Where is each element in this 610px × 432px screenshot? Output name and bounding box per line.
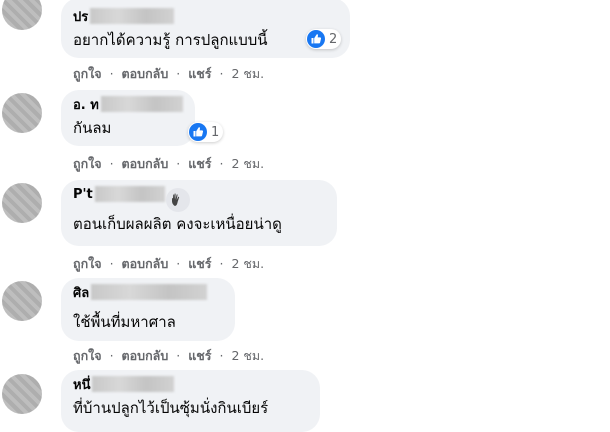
avatar[interactable] xyxy=(2,374,42,414)
like-link[interactable]: ถูกใจ xyxy=(73,256,102,271)
separator: · xyxy=(109,66,114,81)
share-link[interactable]: แชร์ xyxy=(188,66,211,81)
blurred-name xyxy=(94,186,165,202)
comment-text: ตอนเก็บผลผลิต คงจะเหนื่อยน่าดู xyxy=(73,215,282,233)
reply-link[interactable]: ตอบกลับ xyxy=(122,156,169,171)
share-link[interactable]: แชร์ xyxy=(188,156,211,171)
blurred-name xyxy=(100,96,183,112)
like-icon xyxy=(189,123,207,141)
reaction-count[interactable]: 1 xyxy=(188,122,224,142)
waving-hand-glyph xyxy=(172,193,180,206)
comment-bubble: อ. ท กันลม xyxy=(61,90,195,146)
commenter-name[interactable]: P't xyxy=(73,187,93,202)
avatar[interactable] xyxy=(2,93,42,133)
like-link[interactable]: ถูกใจ xyxy=(73,156,102,171)
separator: · xyxy=(219,156,224,171)
commenter-name[interactable]: ศิล xyxy=(73,282,89,303)
commenter-name[interactable]: อ. ท xyxy=(73,94,99,115)
share-link[interactable]: แชร์ xyxy=(188,256,211,271)
separator: · xyxy=(219,256,224,271)
separator: · xyxy=(219,66,224,81)
like-count: 1 xyxy=(211,124,220,140)
comment-actions: ถูกใจ · ตอบกลับ · แชร์ · 2 ชม. xyxy=(73,346,264,366)
share-link[interactable]: แชร์ xyxy=(188,348,211,363)
blurred-name xyxy=(92,376,175,392)
blurred-name xyxy=(91,284,208,300)
comment-actions: ถูกใจ · ตอบกลับ · แชร์ · 2 ชม. xyxy=(73,154,264,174)
waving-hand-icon[interactable] xyxy=(166,188,190,212)
commenter-name[interactable]: ปร xyxy=(73,6,88,27)
separator: · xyxy=(176,348,181,363)
separator: · xyxy=(109,348,114,363)
comment-bubble: หนึ่ ที่บ้านปลูกไว้เป็นซุ้มนั่งกินเบียร์ xyxy=(61,370,320,432)
separator: · xyxy=(176,156,181,171)
avatar[interactable] xyxy=(2,281,42,321)
reply-link[interactable]: ตอบกลับ xyxy=(122,66,169,81)
timestamp[interactable]: 2 ชม. xyxy=(231,348,264,363)
comment-actions: ถูกใจ · ตอบกลับ · แชร์ · 2 ชม. xyxy=(73,64,264,84)
like-link[interactable]: ถูกใจ xyxy=(73,66,102,81)
comment-text: กันลม xyxy=(73,119,112,137)
timestamp[interactable]: 2 ชม. xyxy=(231,156,264,171)
separator: · xyxy=(109,256,114,271)
separator: · xyxy=(176,66,181,81)
avatar[interactable] xyxy=(2,183,42,223)
separator: · xyxy=(109,156,114,171)
comment-bubble: ปร อยากได้ความรู้ การปลูกแบบนี้ xyxy=(61,0,350,58)
timestamp[interactable]: 2 ชม. xyxy=(231,256,264,271)
reaction-count[interactable]: 2 xyxy=(306,29,342,49)
like-count: 2 xyxy=(329,31,338,47)
reply-link[interactable]: ตอบกลับ xyxy=(122,256,169,271)
comment-bubble: ศิล ใช้พื้นที่มหาศาล xyxy=(61,278,235,341)
like-link[interactable]: ถูกใจ xyxy=(73,348,102,363)
like-icon xyxy=(307,30,325,48)
avatar[interactable] xyxy=(2,0,42,30)
separator: · xyxy=(219,348,224,363)
comment-actions: ถูกใจ · ตอบกลับ · แชร์ · 2 ชม. xyxy=(73,254,264,274)
comment-bubble: P't ตอนเก็บผลผลิต คงจะเหนื่อยน่าดู xyxy=(61,180,337,246)
comment-text: ใช้พื้นที่มหาศาล xyxy=(73,313,176,331)
reply-link[interactable]: ตอบกลับ xyxy=(122,348,169,363)
comment-text: ที่บ้านปลูกไว้เป็นซุ้มนั่งกินเบียร์ xyxy=(73,399,269,417)
timestamp[interactable]: 2 ชม. xyxy=(231,66,264,81)
commenter-name[interactable]: หนึ่ xyxy=(73,374,90,395)
comment-text: อยากได้ความรู้ การปลูกแบบนี้ xyxy=(73,31,268,49)
blurred-name xyxy=(90,8,175,24)
separator: · xyxy=(176,256,181,271)
